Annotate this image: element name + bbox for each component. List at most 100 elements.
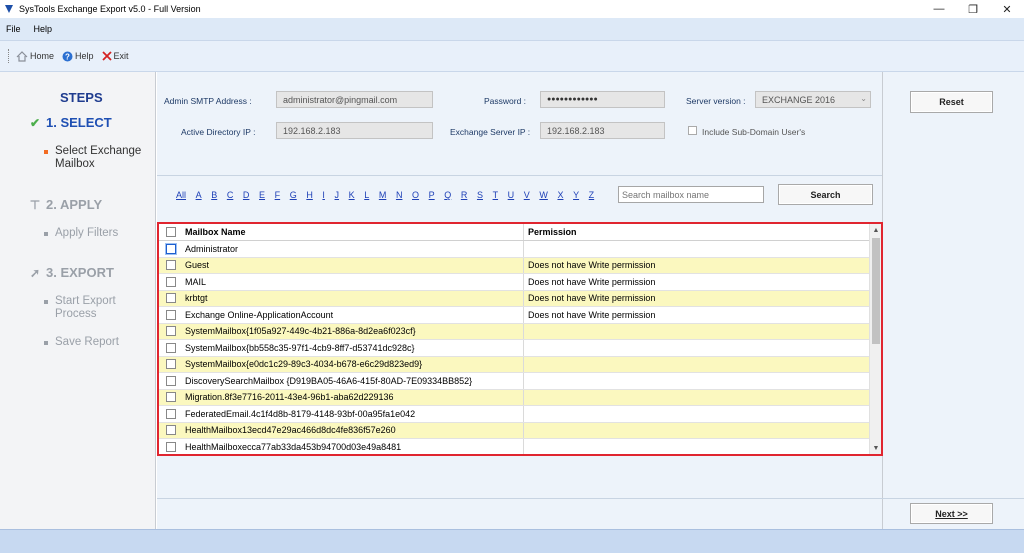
table-row[interactable]: SystemMailbox{e0dc1c29-89c3-4034-b678-e6… xyxy=(159,356,881,373)
letter-a[interactable]: A xyxy=(196,190,202,200)
close-window-button[interactable]: ✕ xyxy=(990,0,1024,18)
password-label: Password : xyxy=(484,96,527,106)
menu-file[interactable]: File xyxy=(6,24,21,34)
table-row[interactable]: HealthMailboxecca77ab33da453b94700d03e49… xyxy=(159,439,881,454)
letter-n[interactable]: N xyxy=(396,190,403,200)
subdomain-checkbox[interactable] xyxy=(688,126,697,135)
letter-u[interactable]: U xyxy=(508,190,515,200)
letter-c[interactable]: C xyxy=(227,190,234,200)
letter-z[interactable]: Z xyxy=(589,190,595,200)
table-row[interactable]: Migration.8f3e7716-2011-43e4-96b1-aba62d… xyxy=(159,389,881,406)
permission-cell xyxy=(524,324,881,340)
mailbox-name-cell: Guest xyxy=(183,257,524,273)
row-checkbox[interactable] xyxy=(166,375,176,386)
row-checkbox[interactable] xyxy=(166,293,176,304)
letter-r[interactable]: R xyxy=(461,190,468,200)
table-row[interactable]: HealthMailbox13ecd47e29ac466d8dc4fe836f5… xyxy=(159,422,881,439)
letter-m[interactable]: M xyxy=(379,190,387,200)
password-field[interactable]: ●●●●●●●●●●●● xyxy=(540,91,665,108)
letter-d[interactable]: D xyxy=(243,190,250,200)
substep-start-export: Start Export Process xyxy=(44,295,116,321)
row-checkbox[interactable] xyxy=(166,408,176,419)
letter-x[interactable]: X xyxy=(557,190,563,200)
column-header-mailbox-name[interactable]: Mailbox Name xyxy=(183,224,524,240)
permission-cell xyxy=(524,357,881,373)
table-row[interactable]: krbtgt Does not have Write permission xyxy=(159,290,881,307)
server-version-select[interactable]: EXCHANGE 2016 ⌄ xyxy=(755,91,871,108)
letter-t[interactable]: T xyxy=(493,190,499,200)
scroll-down-icon[interactable]: ▼ xyxy=(870,442,881,454)
minimize-button[interactable]: — xyxy=(922,0,956,18)
table-row[interactable]: MAIL Does not have Write permission xyxy=(159,274,881,291)
step-export: ➚ 3. EXPORT xyxy=(28,265,114,280)
table-row[interactable]: Guest Does not have Write permission xyxy=(159,257,881,274)
row-checkbox[interactable] xyxy=(166,359,176,370)
letter-e[interactable]: E xyxy=(259,190,265,200)
reset-button[interactable]: Reset xyxy=(910,91,993,113)
active-directory-ip-label: Active Directory IP : xyxy=(181,127,256,137)
restore-button[interactable]: ❐ xyxy=(956,0,990,18)
letter-q[interactable]: Q xyxy=(444,190,451,200)
mailbox-name-cell: HealthMailboxecca77ab33da453b94700d03e49… xyxy=(183,439,524,454)
letter-o[interactable]: O xyxy=(412,190,419,200)
status-bar xyxy=(0,529,1024,553)
row-checkbox[interactable] xyxy=(166,326,176,337)
step-export-label: 3. EXPORT xyxy=(46,265,114,280)
table-row[interactable]: Administrator xyxy=(159,241,881,258)
home-button[interactable]: Home xyxy=(16,50,55,62)
letter-l[interactable]: L xyxy=(364,190,369,200)
letter-k[interactable]: K xyxy=(349,190,355,200)
substep-save-report: Save Report xyxy=(44,336,119,349)
row-checkbox[interactable] xyxy=(166,260,176,271)
letter-all[interactable]: All xyxy=(176,190,186,200)
letter-j[interactable]: J xyxy=(335,190,340,200)
table-row[interactable]: SystemMailbox{1f05a927-449c-4b21-886a-8d… xyxy=(159,323,881,340)
search-mailbox-input[interactable] xyxy=(618,186,764,203)
row-checkbox[interactable] xyxy=(166,342,176,353)
letter-s[interactable]: S xyxy=(477,190,483,200)
row-checkbox[interactable] xyxy=(166,425,176,436)
letter-i[interactable]: I xyxy=(322,190,325,200)
search-button[interactable]: Search xyxy=(778,184,873,205)
home-icon xyxy=(16,50,28,62)
column-header-permission[interactable]: Permission xyxy=(524,224,881,240)
table-row[interactable]: SystemMailbox{bb558c35-97f1-4cb9-8ff7-d5… xyxy=(159,340,881,357)
step-select-label: 1. SELECT xyxy=(46,115,112,130)
divider xyxy=(157,175,882,176)
scrollbar-thumb[interactable] xyxy=(872,238,880,344)
letter-p[interactable]: P xyxy=(429,190,435,200)
help-button[interactable]: ? Help xyxy=(62,51,94,62)
home-label: Home xyxy=(30,51,55,61)
select-all-checkbox[interactable] xyxy=(166,227,176,237)
bullet-icon xyxy=(44,341,48,345)
letter-h[interactable]: H xyxy=(306,190,313,200)
step-apply-label: 2. APPLY xyxy=(46,197,103,212)
row-checkbox[interactable] xyxy=(166,441,176,452)
row-checkbox[interactable] xyxy=(166,309,176,320)
table-row[interactable]: FederatedEmail.4c1f4d8b-8179-4148-93bf-0… xyxy=(159,406,881,423)
letter-w[interactable]: W xyxy=(539,190,548,200)
exit-button[interactable]: Exit xyxy=(101,51,129,61)
bullet-icon xyxy=(44,232,48,236)
admin-smtp-field[interactable]: administrator@pingmail.com xyxy=(276,91,433,108)
letter-y[interactable]: Y xyxy=(573,190,579,200)
alphabet-filter: All A B C D E F G H I J K L M N O P Q R … xyxy=(176,190,604,200)
next-button[interactable]: Next >> xyxy=(910,503,993,524)
row-checkbox[interactable] xyxy=(166,276,176,287)
mailbox-name-cell: krbtgt xyxy=(183,290,524,306)
row-checkbox[interactable] xyxy=(166,392,176,403)
table-scrollbar[interactable]: ▲ ▼ xyxy=(869,224,881,454)
row-checkbox[interactable] xyxy=(166,243,176,254)
letter-v[interactable]: V xyxy=(524,190,530,200)
menu-help[interactable]: Help xyxy=(34,24,53,34)
letter-f[interactable]: F xyxy=(275,190,281,200)
table-row[interactable]: DiscoverySearchMailbox {D919BA05-46A6-41… xyxy=(159,373,881,390)
table-row[interactable]: Exchange Online-ApplicationAccount Does … xyxy=(159,307,881,324)
exchange-server-ip-field[interactable]: 192.168.2.183 xyxy=(540,122,665,139)
letter-g[interactable]: G xyxy=(290,190,297,200)
letter-b[interactable]: B xyxy=(211,190,217,200)
scroll-up-icon[interactable]: ▲ xyxy=(870,224,881,236)
permission-cell xyxy=(524,340,881,356)
exit-icon xyxy=(101,51,112,61)
active-directory-ip-field[interactable]: 192.168.2.183 xyxy=(276,122,433,139)
